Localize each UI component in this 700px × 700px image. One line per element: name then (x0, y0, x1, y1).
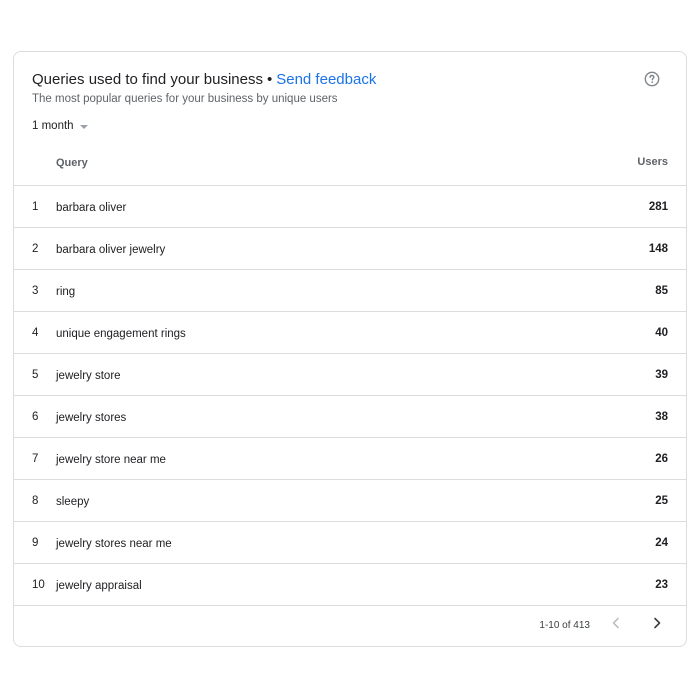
row-rank: 9 (32, 537, 39, 549)
help-circle-icon[interactable] (644, 71, 660, 87)
table-row: 1 barbara oliver 281 (14, 186, 686, 228)
row-rank: 2 (32, 243, 39, 255)
row-users: 281 (648, 201, 668, 213)
row-query: unique engagement rings (56, 328, 186, 340)
pagination: 1-10 of 413 (14, 604, 686, 646)
row-query: jewelry store near me (56, 454, 166, 466)
chevron-left-icon[interactable] (609, 616, 623, 630)
card-subtitle: The most popular queries for your busine… (32, 93, 338, 105)
row-query: ring (56, 286, 76, 298)
row-rank: 6 (32, 411, 39, 423)
row-users: 23 (655, 579, 668, 591)
row-users: 85 (655, 285, 668, 297)
row-query: jewelry store (56, 370, 121, 382)
row-users: 26 (655, 453, 668, 465)
row-query: jewelry appraisal (56, 580, 142, 592)
title-separator: • (266, 71, 273, 88)
row-query: jewelry stores (56, 412, 127, 424)
row-rank: 1 (32, 201, 39, 213)
period-dropdown[interactable]: 1 month (32, 120, 88, 132)
row-rank: 5 (32, 369, 39, 381)
card-title: Queries used to find your business (32, 71, 263, 88)
table-row: 10 jewelry appraisal 23 (14, 564, 686, 606)
table-row: 8 sleepy 25 (14, 480, 686, 522)
period-label: 1 month (32, 120, 74, 132)
chevron-right-icon[interactable] (650, 616, 664, 630)
pagination-range: 1-10 of 413 (539, 620, 590, 631)
row-users: 40 (655, 327, 668, 339)
table-row: 7 jewelry store near me 26 (14, 438, 686, 480)
row-rank: 7 (32, 453, 39, 465)
column-header-query: Query (56, 157, 88, 169)
table-row: 5 jewelry store 39 (14, 354, 686, 396)
query-table-body: 1 barbara oliver 281 2 barbara oliver je… (14, 186, 686, 606)
table-row: 9 jewelry stores near me 24 (14, 522, 686, 564)
row-query: sleepy (56, 496, 90, 508)
row-users: 25 (655, 495, 668, 507)
row-query: barbara oliver (56, 202, 127, 214)
row-rank: 10 (32, 579, 45, 591)
table-row: 4 unique engagement rings 40 (14, 312, 686, 354)
row-rank: 4 (32, 327, 39, 339)
queries-card: Queries used to find your business • Send … (13, 51, 687, 647)
row-query: barbara oliver jewelry (56, 244, 166, 256)
dropdown-caret-icon (79, 125, 88, 129)
table-row: 2 barbara oliver jewelry 148 (14, 228, 686, 270)
table-row: 6 jewelry stores 38 (14, 396, 686, 438)
column-header-users: Users (637, 156, 668, 168)
row-users: 39 (655, 369, 668, 381)
row-users: 148 (648, 243, 668, 255)
row-rank: 3 (32, 285, 39, 297)
row-query: jewelry stores near me (56, 538, 172, 550)
card-title-row: Queries used to find your business • Send … (32, 70, 376, 90)
send-feedback-link[interactable]: Send feedback (276, 71, 376, 88)
table-row: 3 ring 85 (14, 270, 686, 312)
row-rank: 8 (32, 495, 39, 507)
table-header: Query Users (14, 147, 686, 186)
row-users: 38 (655, 411, 668, 423)
row-users: 24 (655, 537, 668, 549)
